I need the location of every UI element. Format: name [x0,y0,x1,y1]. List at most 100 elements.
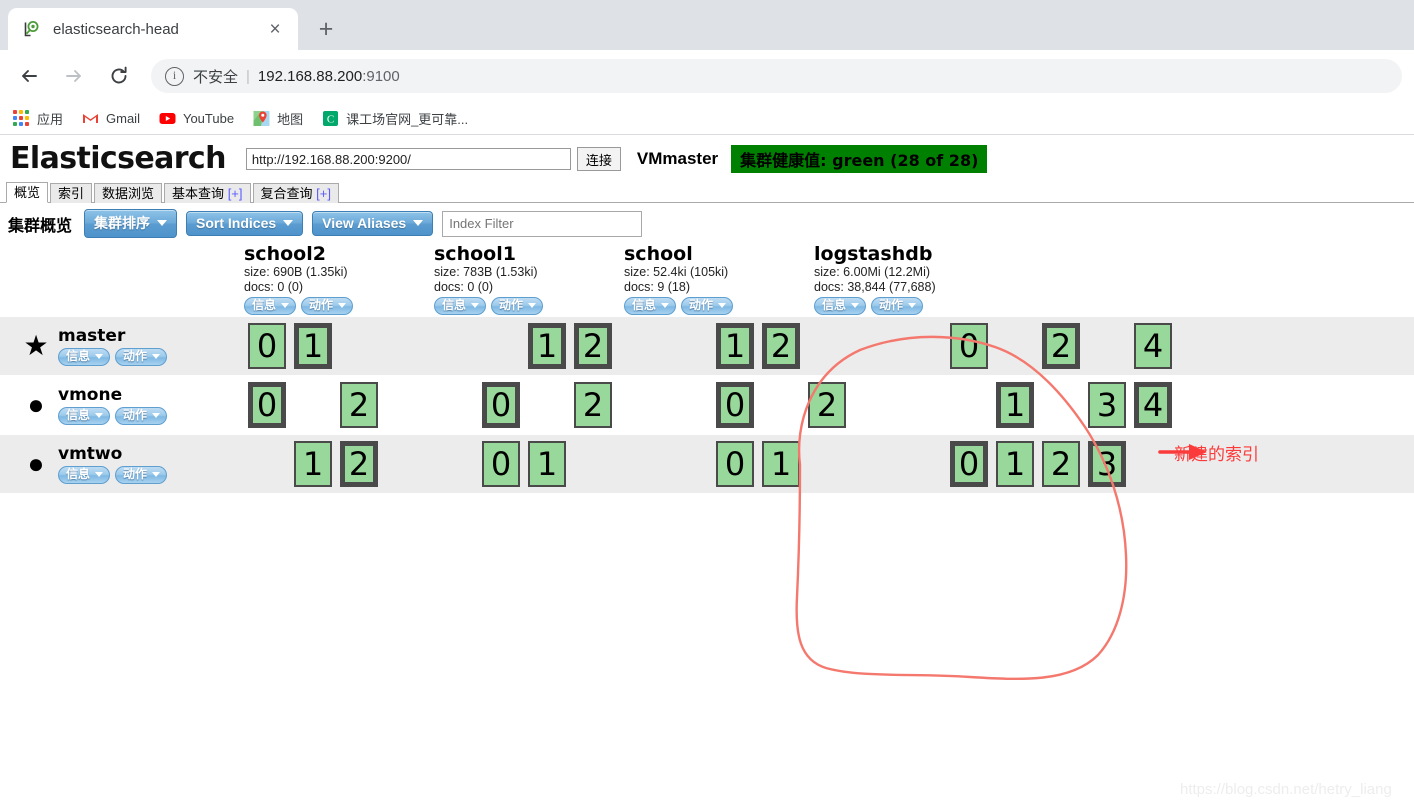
node-info: master 信息 动作 [58,326,172,366]
shard-replica[interactable]: 1 [294,441,332,487]
annotation-label: 新建的索引 [1174,445,1259,464]
shard-replica[interactable]: 2 [1042,441,1080,487]
shard-replica[interactable]: 3 [1088,382,1126,428]
forward-icon[interactable] [57,59,91,93]
chevron-down-icon [528,303,537,308]
shard-primary[interactable]: 1 [996,382,1034,428]
index-column-school: school size: 52.4ki (105ki) docs: 9 (18)… [620,244,810,316]
chevron-down-icon [851,303,860,308]
tab-overview[interactable]: 概览 [6,182,49,203]
back-icon[interactable] [12,59,46,93]
shard-empty [386,382,424,428]
shard-primary[interactable]: 4 [1134,382,1172,428]
shard-replica[interactable]: 0 [248,323,286,369]
bookmark-youtube[interactable]: YouTube [159,110,234,127]
bookmark-kgc[interactable]: C 课工场官网_更可靠... [322,109,468,128]
tab-data-browse[interactable]: 数据浏览 [94,183,163,203]
connect-button[interactable]: 连接 [576,147,621,171]
shard-replica[interactable]: 1 [528,441,566,487]
browser-tab[interactable]: elasticsearch-head × [8,8,298,50]
shard-column-school1: 02 [474,382,708,428]
chevron-down-icon [661,303,670,308]
shard-primary[interactable]: 1 [528,323,566,369]
shard-replica[interactable]: 0 [950,323,988,369]
shard-replica[interactable]: 1 [996,441,1034,487]
index-action-button[interactable]: 动作 [301,297,354,315]
shard-primary[interactable]: 0 [482,382,520,428]
shard-primary[interactable]: 2 [1042,323,1080,369]
shard-empty [294,382,332,428]
reload-icon[interactable] [102,59,136,93]
index-info-button[interactable]: 信息 [624,297,677,315]
node-info: vmone 信息 动作 [58,385,172,425]
shard-replica[interactable]: 2 [808,382,846,428]
shard-primary[interactable]: 2 [574,323,612,369]
node-action-button[interactable]: 动作 [115,407,168,425]
index-info-button[interactable]: 信息 [814,297,867,315]
shard-slot: 0 [244,323,290,369]
index-info-button[interactable]: 信息 [244,297,297,315]
shard-empty [900,382,938,428]
tab-indices[interactable]: 索引 [50,183,93,203]
shard-primary[interactable]: 1 [294,323,332,369]
shard-slot: 3 [1084,382,1130,428]
node-info-button[interactable]: 信息 [58,466,111,484]
index-action-button[interactable]: 动作 [871,297,924,315]
shard-empty [386,323,424,369]
node-info-button[interactable]: 信息 [58,407,111,425]
cluster-overview-title: 集群概览 [8,217,73,235]
shard-replica[interactable]: 0 [482,441,520,487]
shard-primary[interactable]: 0 [248,382,286,428]
view-aliases-button[interactable]: View Aliases [312,211,434,236]
bookmark-apps[interactable]: 应用 [13,109,63,128]
shard-slot [804,441,850,487]
pill-label: 动作 [689,298,714,312]
tab-basic-query[interactable]: 基本查询 [+] [164,183,251,203]
shard-slot: 3 [1084,441,1130,487]
node-info-button[interactable]: 信息 [58,348,111,366]
close-icon[interactable]: × [262,16,288,42]
address-bar[interactable]: 不安全 | 192.168.88.200:9100 [151,59,1402,93]
index-info-button[interactable]: 信息 [434,297,487,315]
tab-composite-query[interactable]: 复合查询 [+] [252,183,339,203]
sort-cluster-button[interactable]: 集群排序 [84,209,178,238]
index-action-button[interactable]: 动作 [681,297,734,315]
node-action-button[interactable]: 动作 [115,466,168,484]
shard-slot [804,323,850,369]
shard-slot: 2 [1038,323,1084,369]
tab-label: 概览 [14,185,41,200]
bookmark-gmail[interactable]: Gmail [82,110,140,127]
shard-primary[interactable]: 2 [762,323,800,369]
shard-primary[interactable]: 2 [340,441,378,487]
site-info-icon[interactable] [165,66,184,86]
node-action-button[interactable]: 动作 [115,348,168,366]
tab-label: 数据浏览 [102,186,155,201]
index-filter-input[interactable] [442,210,643,237]
sort-indices-button[interactable]: Sort Indices [186,211,304,236]
shard-primary[interactable]: 1 [716,323,754,369]
shard-slot: 0 [946,441,992,487]
bookmark-maps[interactable]: 地图 [253,109,303,128]
shard-replica[interactable]: 4 [1134,323,1172,369]
shard-empty [620,323,658,369]
watermark: https://blog.csdn.net/hetry_liang [1180,781,1392,798]
shard-primary[interactable]: 0 [716,382,754,428]
shard-replica[interactable]: 1 [762,441,800,487]
tab-label: 基本查询 [172,186,225,201]
pill-label: 信息 [632,298,657,312]
chevron-down-icon [471,303,480,308]
tabstrip: elasticsearch-head × + [0,0,1414,50]
new-tab-button[interactable]: + [308,11,344,47]
pill-label: 动作 [499,298,524,312]
cluster-url-input[interactable] [245,148,571,170]
shard-column-school1: 12 [474,323,708,369]
shard-replica[interactable]: 2 [340,382,378,428]
shard-primary[interactable]: 0 [950,441,988,487]
pill-label: 动作 [123,349,148,363]
shard-replica[interactable]: 0 [716,441,754,487]
shard-slot: 0 [244,382,290,428]
shard-slot: 0 [712,382,758,428]
shard-replica[interactable]: 2 [574,382,612,428]
index-action-button[interactable]: 动作 [491,297,544,315]
shard-primary[interactable]: 3 [1088,441,1126,487]
